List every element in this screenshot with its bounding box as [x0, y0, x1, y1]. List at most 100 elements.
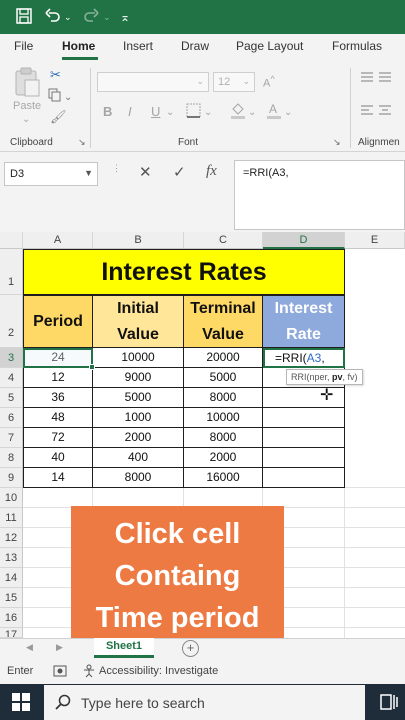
font-name-box[interactable]: ⌄ — [97, 72, 209, 92]
header-period[interactable]: Period — [23, 295, 93, 348]
column-header-b[interactable]: B — [93, 232, 184, 249]
fill-color-dropdown-icon[interactable]: ⌄ — [248, 107, 256, 118]
accessibility-icon[interactable] — [82, 664, 96, 681]
cell-c7[interactable]: 8000 — [184, 428, 263, 448]
macro-record-icon[interactable] — [53, 664, 67, 680]
row-header[interactable]: 2 — [0, 295, 23, 348]
tab-insert[interactable]: Insert — [123, 39, 153, 53]
cell-a5[interactable]: 36 — [23, 388, 93, 408]
column-header-c[interactable]: C — [184, 232, 263, 249]
row-header[interactable]: 3 — [0, 348, 23, 368]
tab-formulas[interactable]: Formulas — [332, 39, 382, 53]
column-header-a[interactable]: A — [23, 232, 93, 249]
windows-start-icon[interactable] — [12, 693, 30, 716]
select-all-corner[interactable] — [0, 232, 23, 249]
cell-b8[interactable]: 400 — [93, 448, 184, 468]
cell-b4[interactable]: 9000 — [93, 368, 184, 388]
table-title[interactable]: Interest Rates — [23, 249, 345, 295]
accessibility-status[interactable]: Accessibility: Investigate — [99, 665, 218, 677]
row-header[interactable]: 5 — [0, 388, 23, 408]
cell-a8[interactable]: 40 — [23, 448, 93, 468]
row-header[interactable]: 8 — [0, 448, 23, 468]
row-header[interactable]: 1 — [0, 249, 23, 295]
paste-dropdown-icon[interactable]: ⌄ — [22, 114, 30, 125]
font-color-dropdown-icon[interactable]: ⌄ — [284, 107, 292, 118]
cell-c3[interactable]: 20000 — [184, 348, 263, 368]
cell-d7[interactable] — [263, 428, 345, 448]
cell-d8[interactable] — [263, 448, 345, 468]
row-header[interactable]: 11 — [0, 508, 23, 528]
column-header-d[interactable]: D — [263, 232, 345, 249]
sheet-prev-icon[interactable]: ◀ — [26, 642, 33, 653]
cell-b5[interactable]: 5000 — [93, 388, 184, 408]
fill-handle[interactable] — [89, 364, 95, 370]
increase-font-icon[interactable]: A^ — [263, 74, 275, 90]
sheet-tab-sheet1[interactable]: Sheet1 — [94, 638, 154, 658]
undo-icon[interactable] — [44, 7, 62, 30]
row-header[interactable]: 13 — [0, 548, 23, 568]
paste-label[interactable]: Paste — [13, 100, 41, 112]
row-header[interactable]: 4 — [0, 368, 23, 388]
cut-icon[interactable]: ✂ — [50, 67, 61, 83]
row-header[interactable]: 12 — [0, 528, 23, 548]
font-name-dropdown-icon[interactable]: ⌄ — [196, 76, 204, 87]
cell-b3[interactable]: 10000 — [93, 348, 184, 368]
enter-icon[interactable]: ✓ — [173, 163, 186, 181]
taskbar-search-box[interactable]: Type here to search — [44, 685, 365, 720]
row-header[interactable]: 9 — [0, 468, 23, 488]
cancel-icon[interactable]: ✕ — [139, 163, 152, 181]
paste-icon[interactable] — [13, 66, 41, 101]
customize-quick-access-icon[interactable]: ⌅ — [120, 7, 130, 27]
add-sheet-icon[interactable]: + — [182, 640, 199, 657]
bold-button[interactable]: B — [103, 104, 112, 119]
cell-c8[interactable]: 2000 — [184, 448, 263, 468]
name-box[interactable]: D3 ▼ — [4, 162, 98, 186]
borders-dropdown-icon[interactable]: ⌄ — [204, 107, 212, 118]
column-header-e[interactable]: E — [345, 232, 405, 249]
underline-button[interactable]: U — [151, 104, 160, 119]
cell-c4[interactable]: 5000 — [184, 368, 263, 388]
cell-b7[interactable]: 2000 — [93, 428, 184, 448]
cell-d9[interactable] — [263, 468, 345, 488]
header-terminal-value[interactable]: Terminal Value — [183, 295, 263, 348]
worksheet-grid[interactable]: A B C D E 1 2 3 4 5 6 7 8 9 10 11 12 13 … — [0, 232, 405, 646]
cell-a4[interactable]: 12 — [23, 368, 93, 388]
cell-a7[interactable]: 72 — [23, 428, 93, 448]
format-painter-icon[interactable]: 🖌 — [50, 109, 67, 125]
undo-dropdown-icon[interactable]: ⌄ — [64, 7, 72, 27]
tab-page-layout[interactable]: Page Layout — [236, 39, 303, 53]
save-icon[interactable] — [15, 7, 33, 30]
header-initial-value[interactable]: Initial Value — [92, 295, 184, 348]
name-box-dropdown-icon[interactable]: ▼ — [84, 168, 93, 178]
font-launcher-icon[interactable]: ↘ — [333, 137, 341, 148]
sheet-next-icon[interactable]: ▶ — [56, 642, 63, 653]
cell-c6[interactable]: 10000 — [184, 408, 263, 428]
cell-b6[interactable]: 1000 — [93, 408, 184, 428]
row-header[interactable]: 16 — [0, 608, 23, 628]
italic-button[interactable]: I — [128, 104, 132, 119]
row-header[interactable]: 6 — [0, 408, 23, 428]
clipboard-launcher-icon[interactable]: ↘ — [78, 137, 86, 148]
font-size-box[interactable]: 12 ⌄ — [213, 72, 255, 92]
font-size-dropdown-icon[interactable]: ⌄ — [242, 76, 250, 87]
cell-d3-editing[interactable]: =RRI(A3, — [263, 348, 345, 368]
align-top-icon[interactable] — [361, 71, 391, 88]
align-left-icon[interactable] — [361, 104, 391, 121]
insert-function-icon[interactable]: fx — [206, 163, 217, 180]
tab-draw[interactable]: Draw — [181, 39, 209, 53]
cell-c5[interactable]: 8000 — [184, 388, 263, 408]
cell-a6[interactable]: 48 — [23, 408, 93, 428]
row-header[interactable]: 14 — [0, 568, 23, 588]
underline-dropdown-icon[interactable]: ⌄ — [166, 107, 174, 118]
borders-icon[interactable] — [186, 103, 201, 121]
task-view-icon[interactable] — [380, 693, 398, 716]
copy-icon[interactable] — [48, 88, 62, 105]
copy-dropdown-icon[interactable]: ⌄ — [64, 92, 72, 103]
cell-c9[interactable]: 16000 — [184, 468, 263, 488]
cell-a9[interactable]: 14 — [23, 468, 93, 488]
header-interest-rate[interactable]: Interest Rate — [262, 295, 345, 348]
row-header[interactable]: 10 — [0, 488, 23, 508]
tab-home[interactable]: Home — [62, 39, 95, 53]
tab-file[interactable]: File — [14, 39, 33, 53]
cell-d6[interactable] — [263, 408, 345, 428]
